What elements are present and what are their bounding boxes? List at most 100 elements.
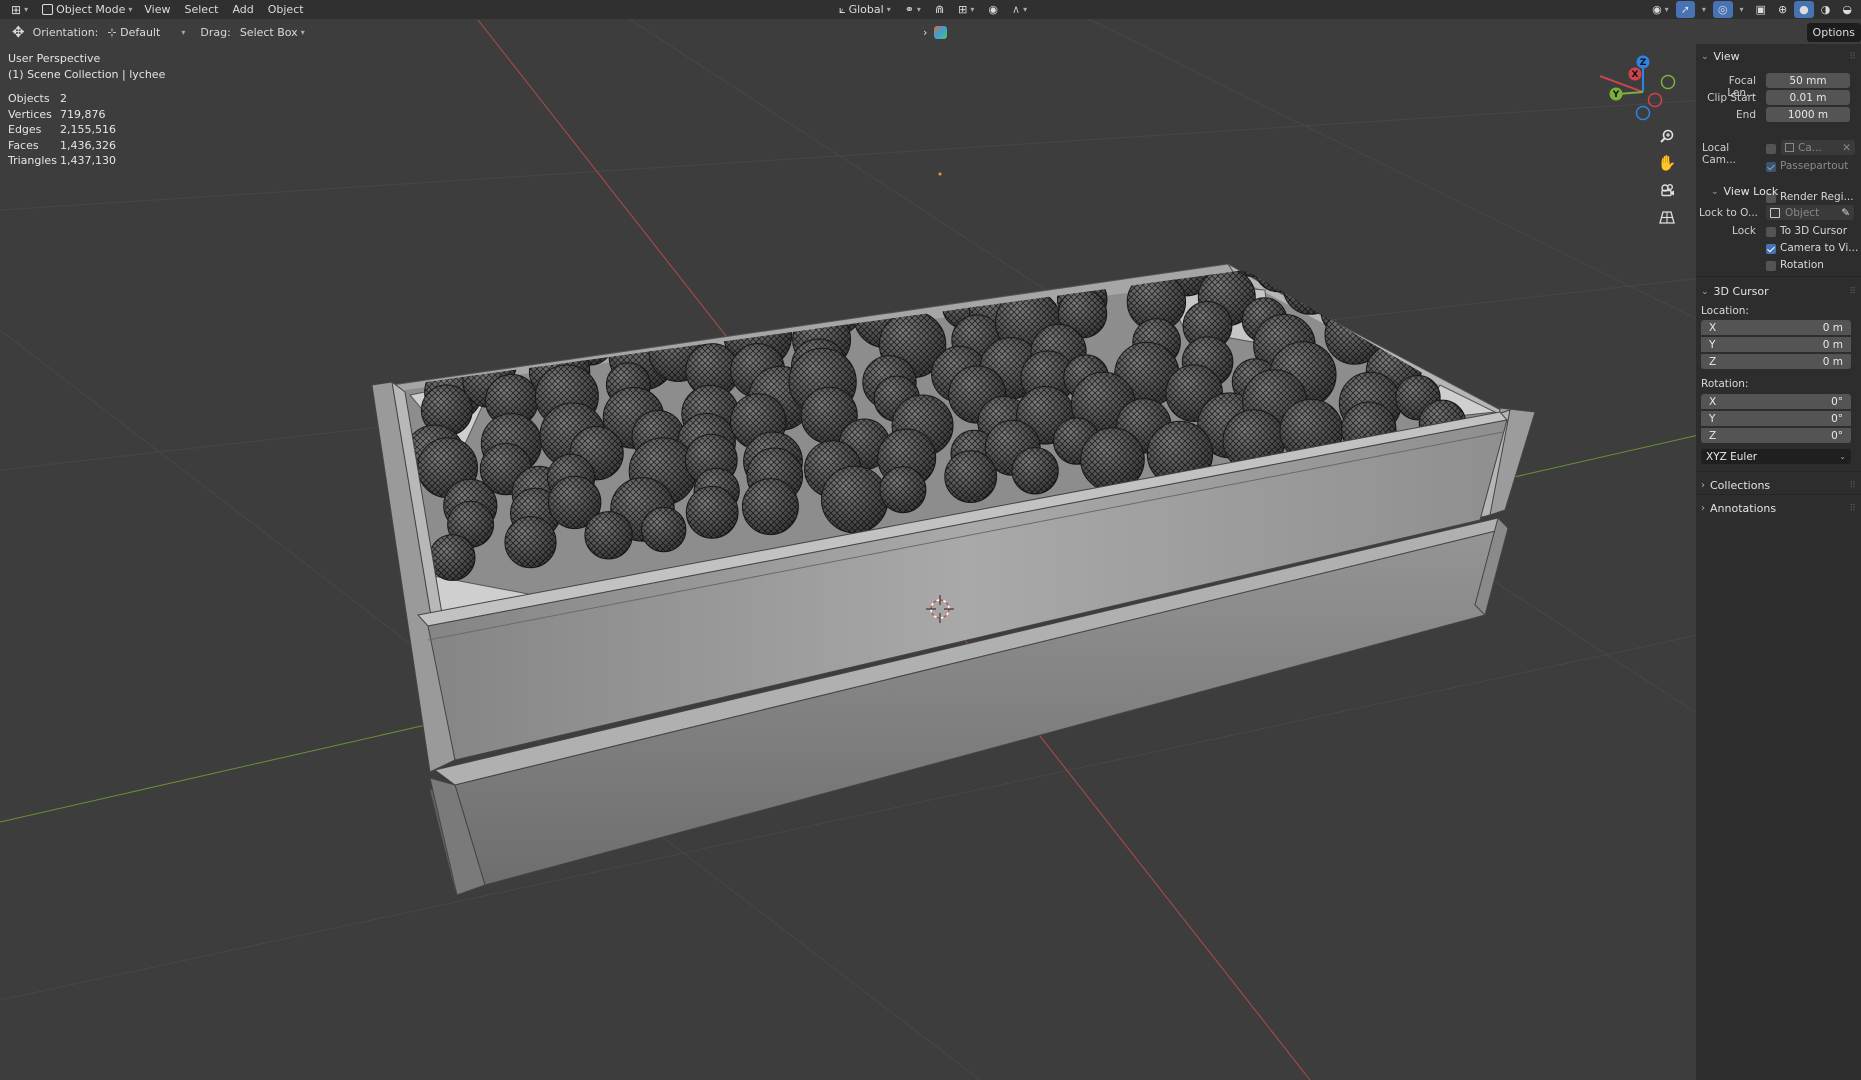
local-camera-checkbox[interactable] bbox=[1766, 144, 1776, 154]
navigation-gizmo[interactable]: Z X Y bbox=[1600, 54, 1680, 126]
shading-rendered-button[interactable]: ◒ bbox=[1837, 1, 1857, 18]
lock-to-object-field[interactable]: Object ✎ bbox=[1766, 205, 1854, 220]
transform-orientation-label: Global bbox=[848, 3, 884, 16]
mode-dropdown[interactable]: Object Mode ▾ bbox=[37, 1, 137, 18]
lychee-mesh[interactable] bbox=[595, 271, 660, 335]
drag-handle-icon[interactable]: ⠿ bbox=[1849, 52, 1856, 62]
lychee-mesh[interactable] bbox=[687, 289, 738, 341]
origin-dot bbox=[938, 172, 942, 176]
pivot-point-dropdown[interactable]: ⚭ ▾ bbox=[900, 1, 926, 18]
rotation-z-field[interactable]: Z 0° bbox=[1701, 428, 1851, 443]
lychee-mesh[interactable] bbox=[723, 267, 773, 316]
material-sphere-icon: ◑ bbox=[1820, 3, 1831, 16]
zoom-icon bbox=[1660, 129, 1674, 143]
lychee-mesh[interactable] bbox=[894, 258, 950, 314]
shading-solid-button[interactable]: ● bbox=[1794, 1, 1814, 18]
lychee-mesh[interactable] bbox=[1008, 245, 1060, 296]
rotation-y-field[interactable]: Y 0° bbox=[1701, 411, 1851, 426]
location-x-field[interactable]: X 0 m bbox=[1701, 320, 1851, 335]
clip-start-field[interactable]: 0.01 m bbox=[1766, 90, 1850, 105]
falloff-dropdown[interactable]: ∧ ▾ bbox=[1007, 1, 1032, 18]
shading-material-button[interactable]: ◑ bbox=[1816, 1, 1836, 18]
rotation-x-field[interactable]: X 0° bbox=[1701, 394, 1851, 409]
clip-end-field[interactable]: 1000 m bbox=[1766, 107, 1850, 122]
move-tool-icon[interactable]: ✥ bbox=[12, 23, 25, 41]
annotations-panel-header[interactable]: › Annotations bbox=[1701, 502, 1776, 515]
drag-handle-icon[interactable]: ⠿ bbox=[1849, 504, 1856, 514]
orientation-label: Orientation: bbox=[32, 25, 99, 39]
overlays-toggle[interactable]: ◎ bbox=[1712, 1, 1733, 18]
focal-length-field[interactable]: 50 mm bbox=[1766, 73, 1850, 88]
lychee-mesh[interactable] bbox=[1135, 196, 1185, 246]
rotation-lock-checkbox[interactable] bbox=[1766, 261, 1776, 271]
asset-shelf-icon[interactable] bbox=[934, 25, 947, 39]
gizmo-toggle[interactable]: ➚ bbox=[1675, 1, 1695, 18]
cursor-panel-header[interactable]: ⌄ 3D Cursor bbox=[1701, 285, 1769, 298]
clear-icon[interactable]: ✕ bbox=[1842, 142, 1851, 154]
rotation-mode-dropdown[interactable]: XYZ Euler ⌄ bbox=[1701, 449, 1851, 464]
zoom-button[interactable] bbox=[1655, 125, 1679, 149]
camera-to-view-checkbox[interactable] bbox=[1766, 244, 1776, 254]
grid-perspective-icon bbox=[1659, 211, 1675, 224]
gizmo-neg-z[interactable] bbox=[1635, 105, 1651, 121]
lychee-mesh[interactable] bbox=[464, 298, 522, 356]
crate-object[interactable] bbox=[371, 187, 1536, 896]
perspective-toggle-button[interactable] bbox=[1655, 205, 1679, 229]
gizmo-dropdown[interactable]: ▾ bbox=[1697, 1, 1711, 18]
drag-handle-icon[interactable]: ⠿ bbox=[1849, 287, 1856, 297]
annotations-title: Annotations bbox=[1710, 502, 1777, 515]
location-z-field[interactable]: Z 0 m bbox=[1701, 354, 1851, 369]
pan-button[interactable]: ✋ bbox=[1655, 151, 1679, 175]
menu-add[interactable]: Add bbox=[225, 1, 260, 18]
gizmo-neg-x[interactable] bbox=[1647, 92, 1663, 108]
editor-type-button[interactable]: ⊞ ▾ bbox=[6, 1, 33, 18]
camera-view-button[interactable] bbox=[1655, 178, 1679, 202]
lychee-mesh[interactable] bbox=[972, 217, 1032, 275]
overlays-dropdown[interactable]: ▾ bbox=[1735, 1, 1749, 18]
location-y-field[interactable]: Y 0 m bbox=[1701, 337, 1851, 352]
lychee-mesh[interactable] bbox=[1183, 187, 1231, 235]
shading-wireframe-button[interactable]: ⊕ bbox=[1773, 1, 1792, 18]
options-button[interactable]: Options bbox=[1806, 22, 1861, 42]
view-panel-header[interactable]: ⌄ View bbox=[1701, 50, 1740, 63]
menu-object[interactable]: Object bbox=[261, 1, 311, 18]
axis-label: Z bbox=[1709, 355, 1717, 368]
proportional-icon: ◉ bbox=[988, 3, 998, 16]
eyedropper-icon[interactable]: ✎ bbox=[1841, 207, 1850, 219]
passepartout-checkbox[interactable] bbox=[1766, 162, 1776, 172]
xray-toggle[interactable]: ▣ bbox=[1751, 1, 1771, 18]
transform-orientation-dropdown[interactable]: ⟀ Global ▾ bbox=[834, 1, 896, 18]
menu-select[interactable]: Select bbox=[178, 1, 226, 18]
to-3d-cursor-checkbox[interactable] bbox=[1766, 227, 1776, 237]
menu-view[interactable]: View bbox=[137, 1, 177, 18]
orientation-dropdown[interactable]: ⊹ Default ▾ bbox=[102, 24, 190, 41]
lock-label: Lock bbox=[1732, 225, 1756, 237]
toolbar-collapse-toggle[interactable]: › bbox=[918, 24, 932, 41]
view-lock-header-main[interactable]: ⌄ View Lock bbox=[1711, 185, 1778, 198]
gizmo-x-label: X bbox=[1632, 70, 1639, 80]
drag-handle-icon[interactable]: ⠿ bbox=[1849, 481, 1856, 491]
snap-toggle[interactable]: ⋒ bbox=[930, 1, 949, 18]
lychee-shading bbox=[429, 534, 476, 581]
sidebar-n-panel: ⌄ View ⠿ Focal Len... 50 mm Clip Start 0… bbox=[1696, 44, 1861, 1080]
collections-panel-header[interactable]: › Collections bbox=[1701, 479, 1770, 492]
visibility-dropdown[interactable]: ◉ ▾ bbox=[1647, 1, 1674, 18]
pivot-icon: ⚭ bbox=[904, 3, 914, 16]
lychee-shading bbox=[835, 270, 903, 310]
lychee-mesh[interactable] bbox=[799, 251, 850, 300]
lychee-mesh[interactable] bbox=[747, 281, 794, 329]
lychee-mesh[interactable] bbox=[414, 314, 463, 363]
rendered-sphere-icon: ◒ bbox=[1842, 3, 1852, 16]
lychee-mesh[interactable] bbox=[1060, 206, 1108, 254]
lychee-shading bbox=[415, 314, 463, 362]
snap-target-dropdown[interactable]: ⊞ ▾ bbox=[953, 1, 979, 18]
proportional-editing-toggle[interactable]: ◉ bbox=[983, 1, 1003, 18]
lychee-mesh[interactable] bbox=[521, 296, 581, 356]
local-camera-field[interactable]: Ca... ✕ bbox=[1781, 140, 1855, 155]
lychee-mesh[interactable] bbox=[834, 243, 903, 311]
3d-viewport[interactable] bbox=[0, 0, 1861, 1080]
gizmo-neg-y[interactable] bbox=[1660, 74, 1676, 90]
magnet-icon: ⋒ bbox=[934, 3, 945, 16]
drag-dropdown[interactable]: Select Box ▾ bbox=[235, 24, 310, 41]
lychee-mesh[interactable] bbox=[672, 260, 730, 316]
